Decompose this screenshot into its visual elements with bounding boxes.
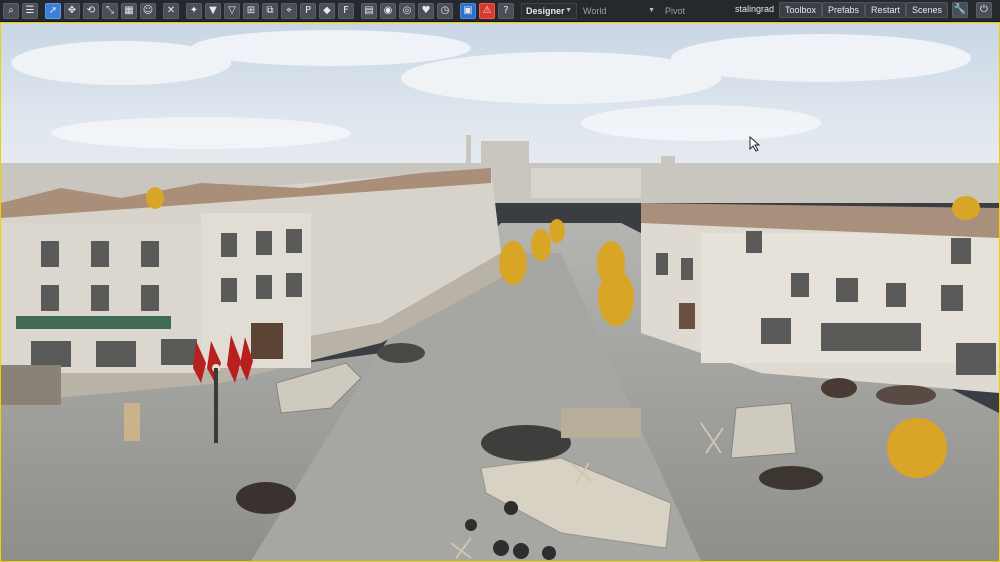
diamond-icon[interactable]: ◆ bbox=[319, 2, 335, 19]
split-icon[interactable]: ⧉ bbox=[262, 2, 278, 19]
scene-name: stalingrad bbox=[735, 4, 775, 14]
help-icon[interactable]: ? bbox=[498, 2, 514, 19]
menu-icon[interactable]: ☰ bbox=[22, 2, 38, 19]
editor-toolbar: ⌕ ☰ ➚ ✥ ⟲ ⤡ ▦ ☺ ✕ ✦ ▼ ▽ ⊞ ⧉ ⌖ P ◆ F ▤ ◉ … bbox=[0, 0, 1000, 22]
target-icon[interactable]: ⌖ bbox=[281, 2, 297, 19]
magnifier-icon[interactable]: ⌕ bbox=[3, 2, 19, 19]
face-icon[interactable]: ☺ bbox=[140, 2, 156, 19]
mode-dropdown-label: Designer bbox=[526, 5, 565, 16]
power-icon[interactable]: ⏻ bbox=[976, 2, 992, 18]
flag-icon[interactable]: F bbox=[338, 2, 354, 19]
parking-icon[interactable]: P bbox=[300, 2, 316, 19]
drop-down-icon[interactable]: ▼ bbox=[205, 2, 221, 19]
chevron-down-icon: ▼ bbox=[648, 7, 655, 14]
grid-icon[interactable]: ▦ bbox=[121, 2, 137, 19]
timer-icon[interactable]: ◷ bbox=[437, 2, 453, 19]
warning-icon[interactable]: ⚠ bbox=[479, 2, 495, 19]
mouse-cursor-icon bbox=[749, 136, 761, 152]
chevron-down-icon: ▼ bbox=[565, 7, 572, 14]
space-dropdown[interactable]: World ▼ bbox=[579, 3, 659, 19]
toolbox-button[interactable]: Toolbox bbox=[779, 2, 823, 18]
space-dropdown-label: World bbox=[583, 5, 607, 16]
scale-icon[interactable]: ⤡ bbox=[102, 2, 118, 19]
heart-icon[interactable]: ♥ bbox=[418, 2, 434, 19]
rotate-icon[interactable]: ⟲ bbox=[83, 2, 99, 19]
scene-render bbox=[1, 23, 999, 561]
close-tool-icon[interactable]: ✕ bbox=[163, 2, 179, 19]
snap-icon[interactable]: ✦ bbox=[186, 2, 202, 19]
move-icon[interactable]: ✥ bbox=[64, 2, 80, 19]
eye-off-icon[interactable]: ◎ bbox=[399, 2, 415, 19]
bounds-icon[interactable]: ⊞ bbox=[243, 2, 259, 19]
select-arrow-icon[interactable]: ➚ bbox=[45, 2, 61, 19]
eye-icon[interactable]: ◉ bbox=[380, 2, 396, 19]
mode-dropdown[interactable]: Designer ▼ bbox=[521, 2, 577, 19]
scenes-button[interactable]: Scenes bbox=[906, 2, 949, 18]
pivot-dropdown-label: Pivot bbox=[665, 5, 686, 16]
wrench-icon[interactable]: 🔧 bbox=[952, 2, 968, 18]
triangle-icon[interactable]: ▽ bbox=[224, 2, 240, 19]
scene-viewport[interactable] bbox=[0, 22, 1000, 562]
prefabs-button[interactable]: Prefabs bbox=[822, 2, 866, 18]
restart-button[interactable]: Restart bbox=[865, 2, 907, 18]
page-icon[interactable]: ▤ bbox=[361, 2, 377, 19]
save-icon[interactable]: ▣ bbox=[460, 2, 476, 19]
